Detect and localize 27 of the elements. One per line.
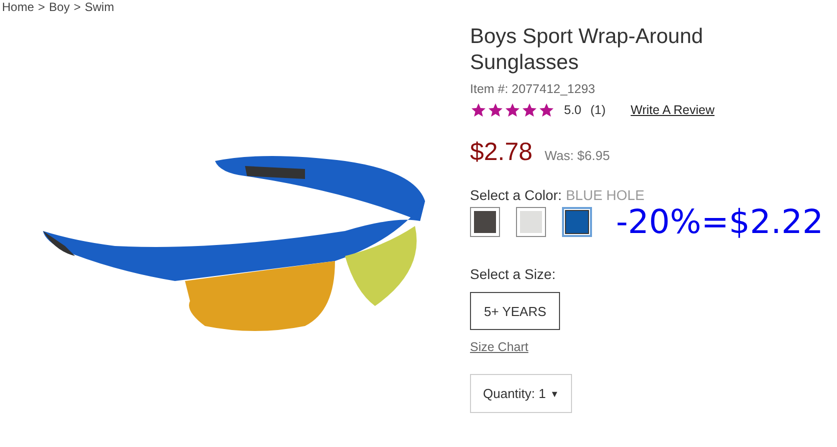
discount-note: -20%=$2.22: [616, 205, 824, 238]
size-option[interactable]: 5+ YEARS: [470, 292, 560, 330]
item-number: Item #: 2077412_1293: [470, 82, 596, 96]
was-price: Was: $6.95: [544, 148, 610, 163]
color-swatch[interactable]: [562, 206, 592, 236]
star-icon: [521, 102, 538, 118]
color-swatch[interactable]: [470, 206, 500, 236]
color-swatch[interactable]: [516, 206, 546, 236]
star-icon: [538, 102, 555, 118]
size-chart-link[interactable]: Size Chart: [470, 340, 528, 354]
color-label: Select a Color:: [470, 187, 562, 203]
size-label: Select a Size:: [470, 266, 557, 282]
breadcrumb-link[interactable]: Boy: [49, 0, 70, 14]
rating-value: 5.0: [564, 103, 582, 117]
sale-price: $2.78: [470, 138, 533, 167]
star-icon: [504, 102, 521, 118]
star-icon: [470, 102, 487, 118]
breadcrumb-separator: >: [38, 0, 46, 14]
color-value: BLUE HOLE: [566, 187, 644, 203]
breadcrumb-link[interactable]: Home: [2, 0, 34, 14]
breadcrumb-separator: >: [74, 0, 81, 14]
write-review-link[interactable]: Write A Review: [630, 103, 714, 117]
review-count: (1): [590, 103, 606, 117]
product-title: Boys Sport Wrap-Around Sunglasses: [470, 24, 704, 76]
star-icon: [487, 102, 504, 118]
breadcrumb-link[interactable]: Swim: [84, 0, 114, 14]
quantity-select[interactable]: Quantity: 1 ▼: [470, 374, 572, 413]
